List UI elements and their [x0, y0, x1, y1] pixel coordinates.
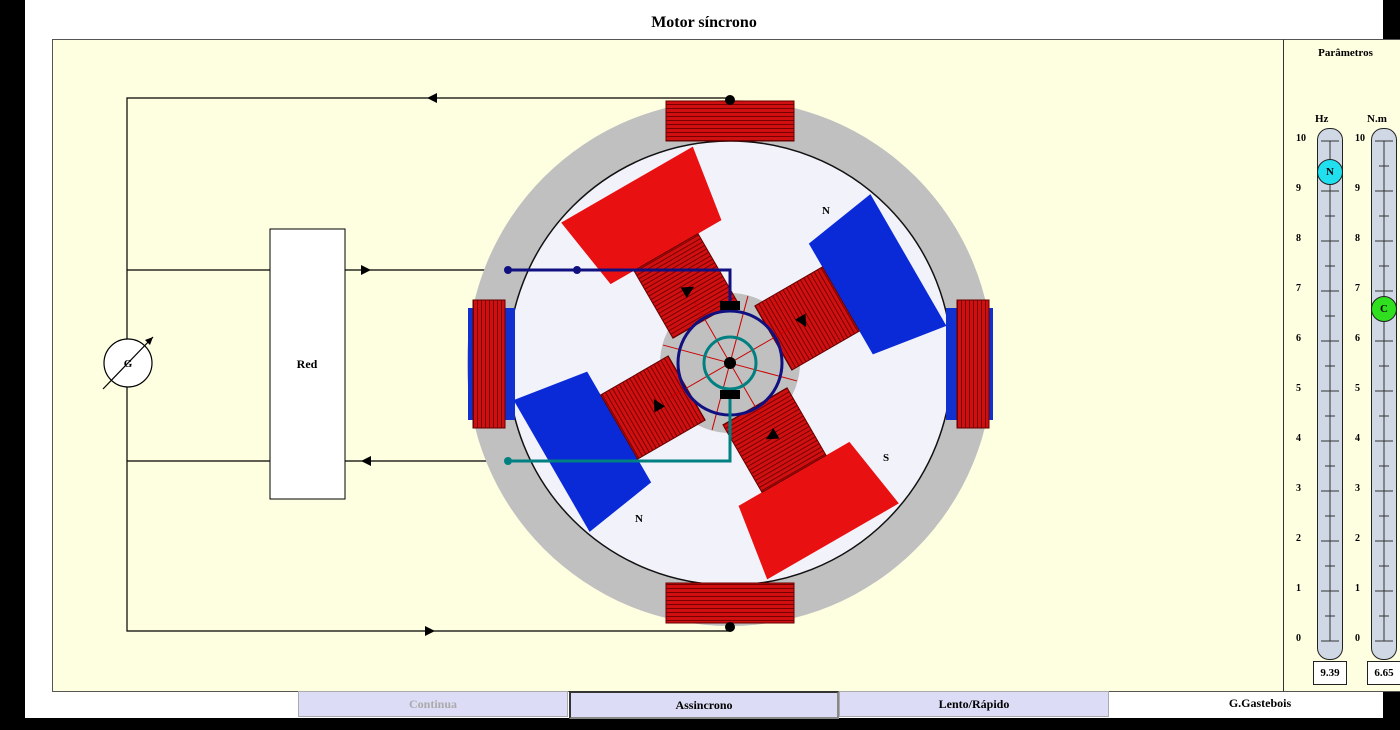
torque-unit-label: N.m	[1367, 113, 1387, 125]
tick-label: 2	[1355, 533, 1360, 544]
pole-label-north-bottom: N	[635, 513, 643, 525]
tick-label: 9	[1296, 183, 1301, 194]
frequency-slider[interactable]: N	[1317, 128, 1343, 660]
lento-rapido-button[interactable]: Lento/Rápido	[839, 691, 1109, 717]
applet-frame: Motor síncrono G Red N N S Parâmetros Hz…	[25, 0, 1400, 719]
tick-label: 9	[1355, 183, 1360, 194]
tick-label: 1	[1296, 583, 1301, 594]
network-box: Red	[269, 228, 346, 500]
tick-label: 1	[1355, 583, 1360, 594]
assincrono-button[interactable]: Assincrono	[569, 691, 839, 719]
tick-label: 7	[1296, 283, 1301, 294]
frequency-slider-knob[interactable]: N	[1317, 158, 1343, 185]
tick-label: 10	[1296, 133, 1306, 144]
parameters-panel: Parâmetros Hz N.m 10 9 8 7 6 5 4 3 2 1 0 10 9 8 7 6 5 4 3…	[1283, 39, 1400, 692]
tick-label: 0	[1296, 633, 1301, 644]
tick-label: 4	[1355, 433, 1360, 444]
tick-label: 6	[1355, 333, 1360, 344]
pole-label-south: S	[883, 452, 889, 464]
torque-value: 6.65	[1367, 661, 1400, 685]
torque-slider-knob[interactable]: C	[1371, 295, 1397, 322]
tick-label: 10	[1355, 133, 1365, 144]
tick-label: 8	[1296, 233, 1301, 244]
generator-label: G	[124, 358, 133, 370]
tick-label: 5	[1355, 383, 1360, 394]
tick-label: 3	[1296, 483, 1301, 494]
tick-label: 5	[1296, 383, 1301, 394]
freq-unit-label: Hz	[1315, 113, 1329, 125]
frequency-value: 9.39	[1313, 661, 1347, 685]
tick-label: 0	[1355, 633, 1360, 644]
tick-label: 6	[1296, 333, 1301, 344]
network-label: Red	[297, 357, 318, 371]
wire-arrows	[361, 93, 437, 636]
author-credit: G.Gastebois	[1228, 696, 1292, 710]
tick-label: 2	[1296, 533, 1301, 544]
tick-label: 7	[1355, 283, 1360, 294]
motor-canvas: G Red N N S	[52, 39, 1285, 692]
continua-button[interactable]: Continua	[298, 691, 568, 717]
button-bar: Continua Assincrono Lento/Rápido G.Gaste…	[25, 690, 1383, 719]
torque-slider[interactable]: C	[1371, 128, 1397, 660]
page-title: Motor síncrono	[651, 14, 757, 31]
tick-label: 8	[1355, 233, 1360, 244]
parameters-title: Parâmetros	[1318, 47, 1373, 59]
generator-icon: G	[102, 336, 154, 390]
tick-label: 3	[1355, 483, 1360, 494]
tick-label: 4	[1296, 433, 1301, 444]
pole-label-north-top: N	[822, 205, 830, 217]
